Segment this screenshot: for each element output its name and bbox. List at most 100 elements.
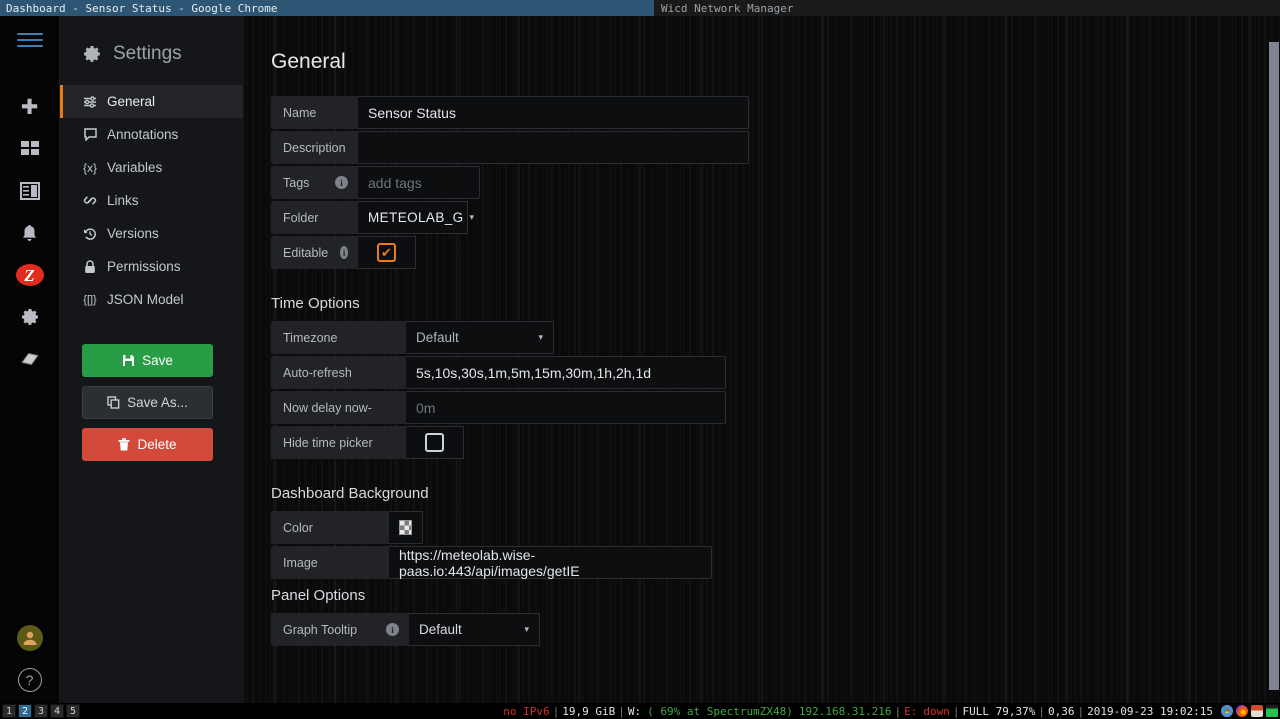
status-battery: FULL 79,37%: [962, 704, 1036, 718]
timezone-select[interactable]: Default ▾: [406, 321, 554, 354]
terminal-icon[interactable]: [1266, 705, 1278, 717]
sidebar-item-user[interactable]: [0, 619, 60, 657]
color-swatch[interactable]: [399, 520, 412, 535]
window-tag: [640, 0, 654, 16]
autorefresh-label: Auto-refresh: [271, 356, 406, 389]
sidebar-item-dashboards[interactable]: [0, 128, 60, 170]
sidebar-item-label: General: [107, 94, 156, 109]
sidebar-item-annotations[interactable]: Annotations: [60, 118, 243, 151]
save-as-button[interactable]: Save As...: [82, 386, 213, 419]
scrollbar-thumb[interactable]: [1269, 42, 1279, 690]
color-picker-cell[interactable]: [389, 511, 423, 544]
editable-label: Editable: [283, 245, 329, 260]
z-logo-icon: Z: [15, 264, 44, 286]
image-label: Image: [271, 546, 389, 579]
status-line: no IPv6 | 19,9 GiB | W: ( 69% at Spectru…: [500, 705, 1280, 718]
sidebar-item-versions[interactable]: Versions: [60, 217, 243, 250]
folder-label: Folder: [271, 201, 358, 234]
status-ip: 192.168.31.216: [798, 704, 892, 718]
workspace-button-4[interactable]: 4: [50, 704, 64, 718]
archive-icon[interactable]: [1251, 705, 1263, 717]
chevron-down-icon: ▾: [524, 624, 529, 634]
braces-icon: {x}: [82, 160, 97, 175]
editable-checkbox-cell[interactable]: ✔: [358, 236, 416, 269]
field-row-description: Description: [271, 131, 1280, 164]
sidebar-item-links[interactable]: Links: [60, 184, 243, 217]
inactive-window-title[interactable]: Wicd Network Manager: [640, 0, 1280, 16]
sidebar-item-zabbix[interactable]: Z: [0, 254, 60, 296]
sidebar-item-label: JSON Model: [107, 292, 184, 307]
sidebar-item-variables[interactable]: {x} Variables: [60, 151, 243, 184]
color-label: Color: [271, 511, 389, 544]
sidebar-item-general[interactable]: General: [60, 85, 243, 118]
sidebar-item-label: Versions: [107, 226, 159, 241]
plus-icon: ✚: [20, 95, 39, 119]
sidebar-item-help[interactable]: ?: [0, 657, 60, 703]
sidebar-item-label: Annotations: [107, 127, 179, 142]
status-ipv6: no IPv6: [503, 704, 550, 718]
sidebar-item-permissions[interactable]: Permissions: [60, 250, 243, 283]
hamburger-icon: [16, 29, 43, 51]
hide-time-picker-checkbox-cell[interactable]: ✔: [406, 426, 464, 459]
code-icon: {[]}: [83, 293, 97, 306]
folder-select[interactable]: METEOLAB_G ▾: [358, 201, 474, 234]
firefox-icon[interactable]: [1236, 705, 1248, 717]
section-title-time-options: Time Options: [271, 295, 360, 312]
sidebar-item-create[interactable]: ✚: [0, 86, 60, 128]
info-icon[interactable]: i: [340, 246, 348, 259]
sidebar-item-menu-toggle[interactable]: [0, 16, 60, 64]
grafana-app: ✚ Z ? Settings General Annotations {x} V…: [0, 16, 1280, 703]
copy-icon: [107, 396, 120, 409]
sidebar-item-json-model[interactable]: {[]} JSON Model: [60, 283, 243, 316]
status-wifi-prefix: W:: [627, 704, 642, 718]
active-window-title[interactable]: Dashboard - Sensor Status - Google Chrom…: [0, 0, 640, 16]
sidebar-item-docs[interactable]: [0, 338, 60, 380]
workspace-button-2[interactable]: 2: [18, 704, 32, 718]
workspace-button-5[interactable]: 5: [66, 704, 80, 718]
field-row-now-delay: Now delay now- 0m: [271, 391, 1280, 424]
info-icon[interactable]: i: [386, 623, 399, 636]
sidebar-item-alerting[interactable]: [0, 212, 60, 254]
active-window-title-text: Dashboard - Sensor Status - Google Chrom…: [6, 1, 278, 15]
save-button[interactable]: Save: [82, 344, 213, 377]
autorefresh-input[interactable]: 5s,10s,30s,1m,5m,15m,30m,1h,2h,1d: [406, 356, 726, 389]
description-input[interactable]: [358, 131, 749, 164]
settings-panel: Settings General Annotations {x} Variabl…: [60, 16, 243, 703]
editable-checkbox[interactable]: ✔: [377, 243, 396, 262]
name-input[interactable]: Sensor Status: [358, 96, 749, 129]
status-datetime: 2019-09-23 19:02:15: [1087, 704, 1213, 718]
field-row-hide-time-picker: Hide time picker ✔: [271, 426, 1280, 459]
inactive-window-title-text: Wicd Network Manager: [661, 1, 794, 15]
description-label: Description: [271, 131, 358, 164]
timezone-label: Timezone: [271, 321, 406, 354]
graph-tooltip-label: Graph Tooltip: [283, 622, 358, 637]
field-row-autorefresh: Auto-refresh 5s,10s,30s,1m,5m,15m,30m,1h…: [271, 356, 1280, 389]
graph-tooltip-select[interactable]: Default ▾: [409, 613, 540, 646]
field-row-timezone: Timezone Default ▾: [271, 321, 1280, 354]
sidebar-item-configuration[interactable]: [0, 296, 60, 338]
sidebar-item-panels[interactable]: [0, 170, 60, 212]
workspace-button-3[interactable]: 3: [34, 704, 48, 718]
workspace-button-1[interactable]: 1: [2, 704, 16, 718]
chrome-icon[interactable]: [1221, 705, 1233, 717]
comment-icon: [82, 128, 98, 141]
name-label: Name: [271, 96, 358, 129]
field-row-folder: Folder METEOLAB_G ▾: [271, 201, 1280, 234]
question-mark-icon: ?: [17, 668, 42, 692]
hide-time-picker-label: Hide time picker: [271, 426, 406, 459]
delete-button[interactable]: Delete: [82, 428, 213, 461]
tags-label: Tags: [283, 175, 310, 190]
panels-icon: [19, 182, 40, 200]
sliders-icon: [82, 95, 98, 108]
info-icon[interactable]: i: [335, 176, 348, 189]
now-delay-input[interactable]: 0m: [406, 391, 726, 424]
tags-input[interactable]: add tags: [358, 166, 480, 199]
chevron-down-icon: ▾: [538, 332, 543, 342]
delete-button-label: Delete: [137, 437, 177, 452]
folder-value: METEOLAB_G: [368, 210, 464, 225]
settings-content: General Name Sensor Status Description T…: [243, 16, 1280, 703]
vertical-scrollbar[interactable]: [1268, 42, 1280, 697]
taskbar: 1 2 3 4 5 no IPv6 | 19,9 GiB | W: ( 69% …: [0, 703, 1280, 719]
image-url-input[interactable]: https://meteolab.wise-paas.io:443/api/im…: [389, 546, 712, 579]
hide-time-picker-checkbox[interactable]: ✔: [425, 433, 444, 452]
